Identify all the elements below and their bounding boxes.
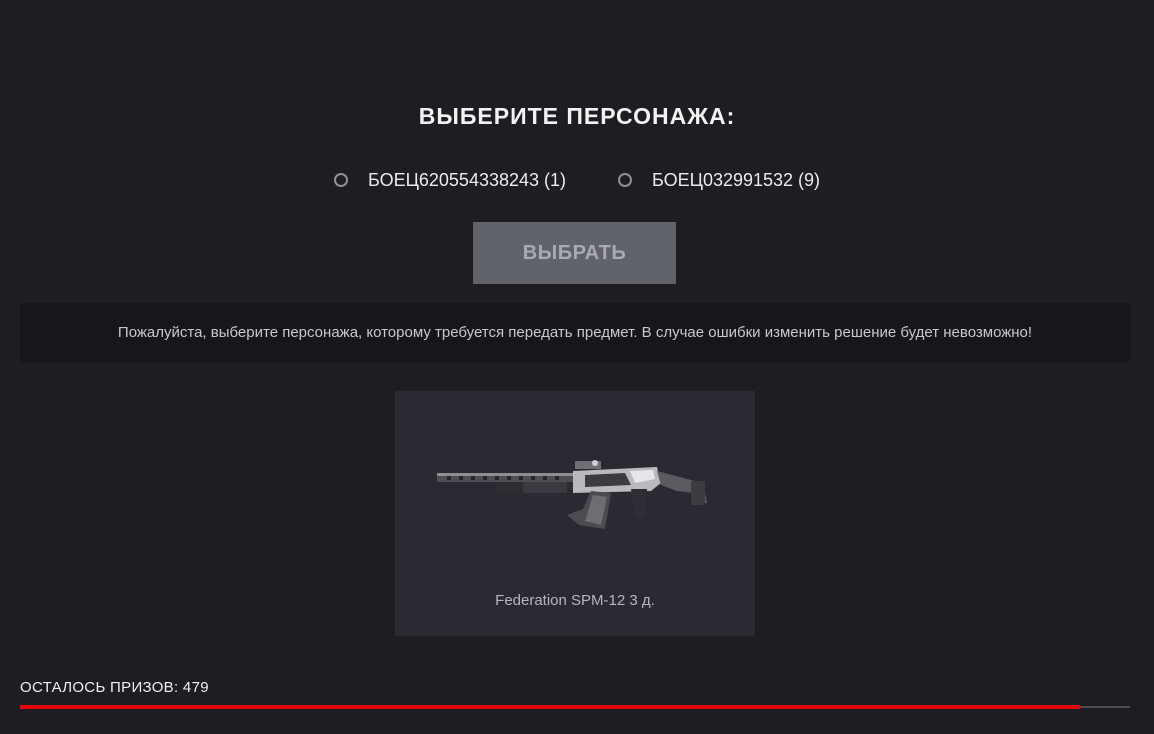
character-label: БОЕЦ620554338243 (1) (367, 169, 567, 190)
character-radio-group: БОЕЦ620554338243 (1) БОЕЦ032991532 (9) (0, 168, 1154, 192)
prizes-progress-bar (20, 705, 1130, 709)
select-button[interactable]: ВЫБРАТЬ (473, 222, 676, 284)
item-name: Federation SPM-12 3 д. (495, 592, 655, 609)
radio-button-icon[interactable] (333, 173, 348, 187)
prizes-remaining-label: ОСТАЛОСЬ ПРИЗОВ: 479 (20, 679, 209, 696)
progress-fill (20, 705, 1081, 709)
shotgun-image (437, 460, 707, 529)
warning-notice: Пожалуйста, выберите персонажа, которому… (20, 303, 1130, 362)
character-option-2[interactable]: БОЕЦ032991532 (9) (618, 168, 820, 192)
character-label: БОЕЦ032991532 (9) (652, 169, 821, 190)
page-title: ВЫБЕРИТЕ ПЕРСОНАЖА: (418, 103, 736, 129)
item-card: Federation SPM-12 3 д. (395, 391, 755, 636)
radio-button-icon[interactable] (618, 173, 633, 187)
character-option-1[interactable]: БОЕЦ620554338243 (1) (333, 168, 567, 192)
